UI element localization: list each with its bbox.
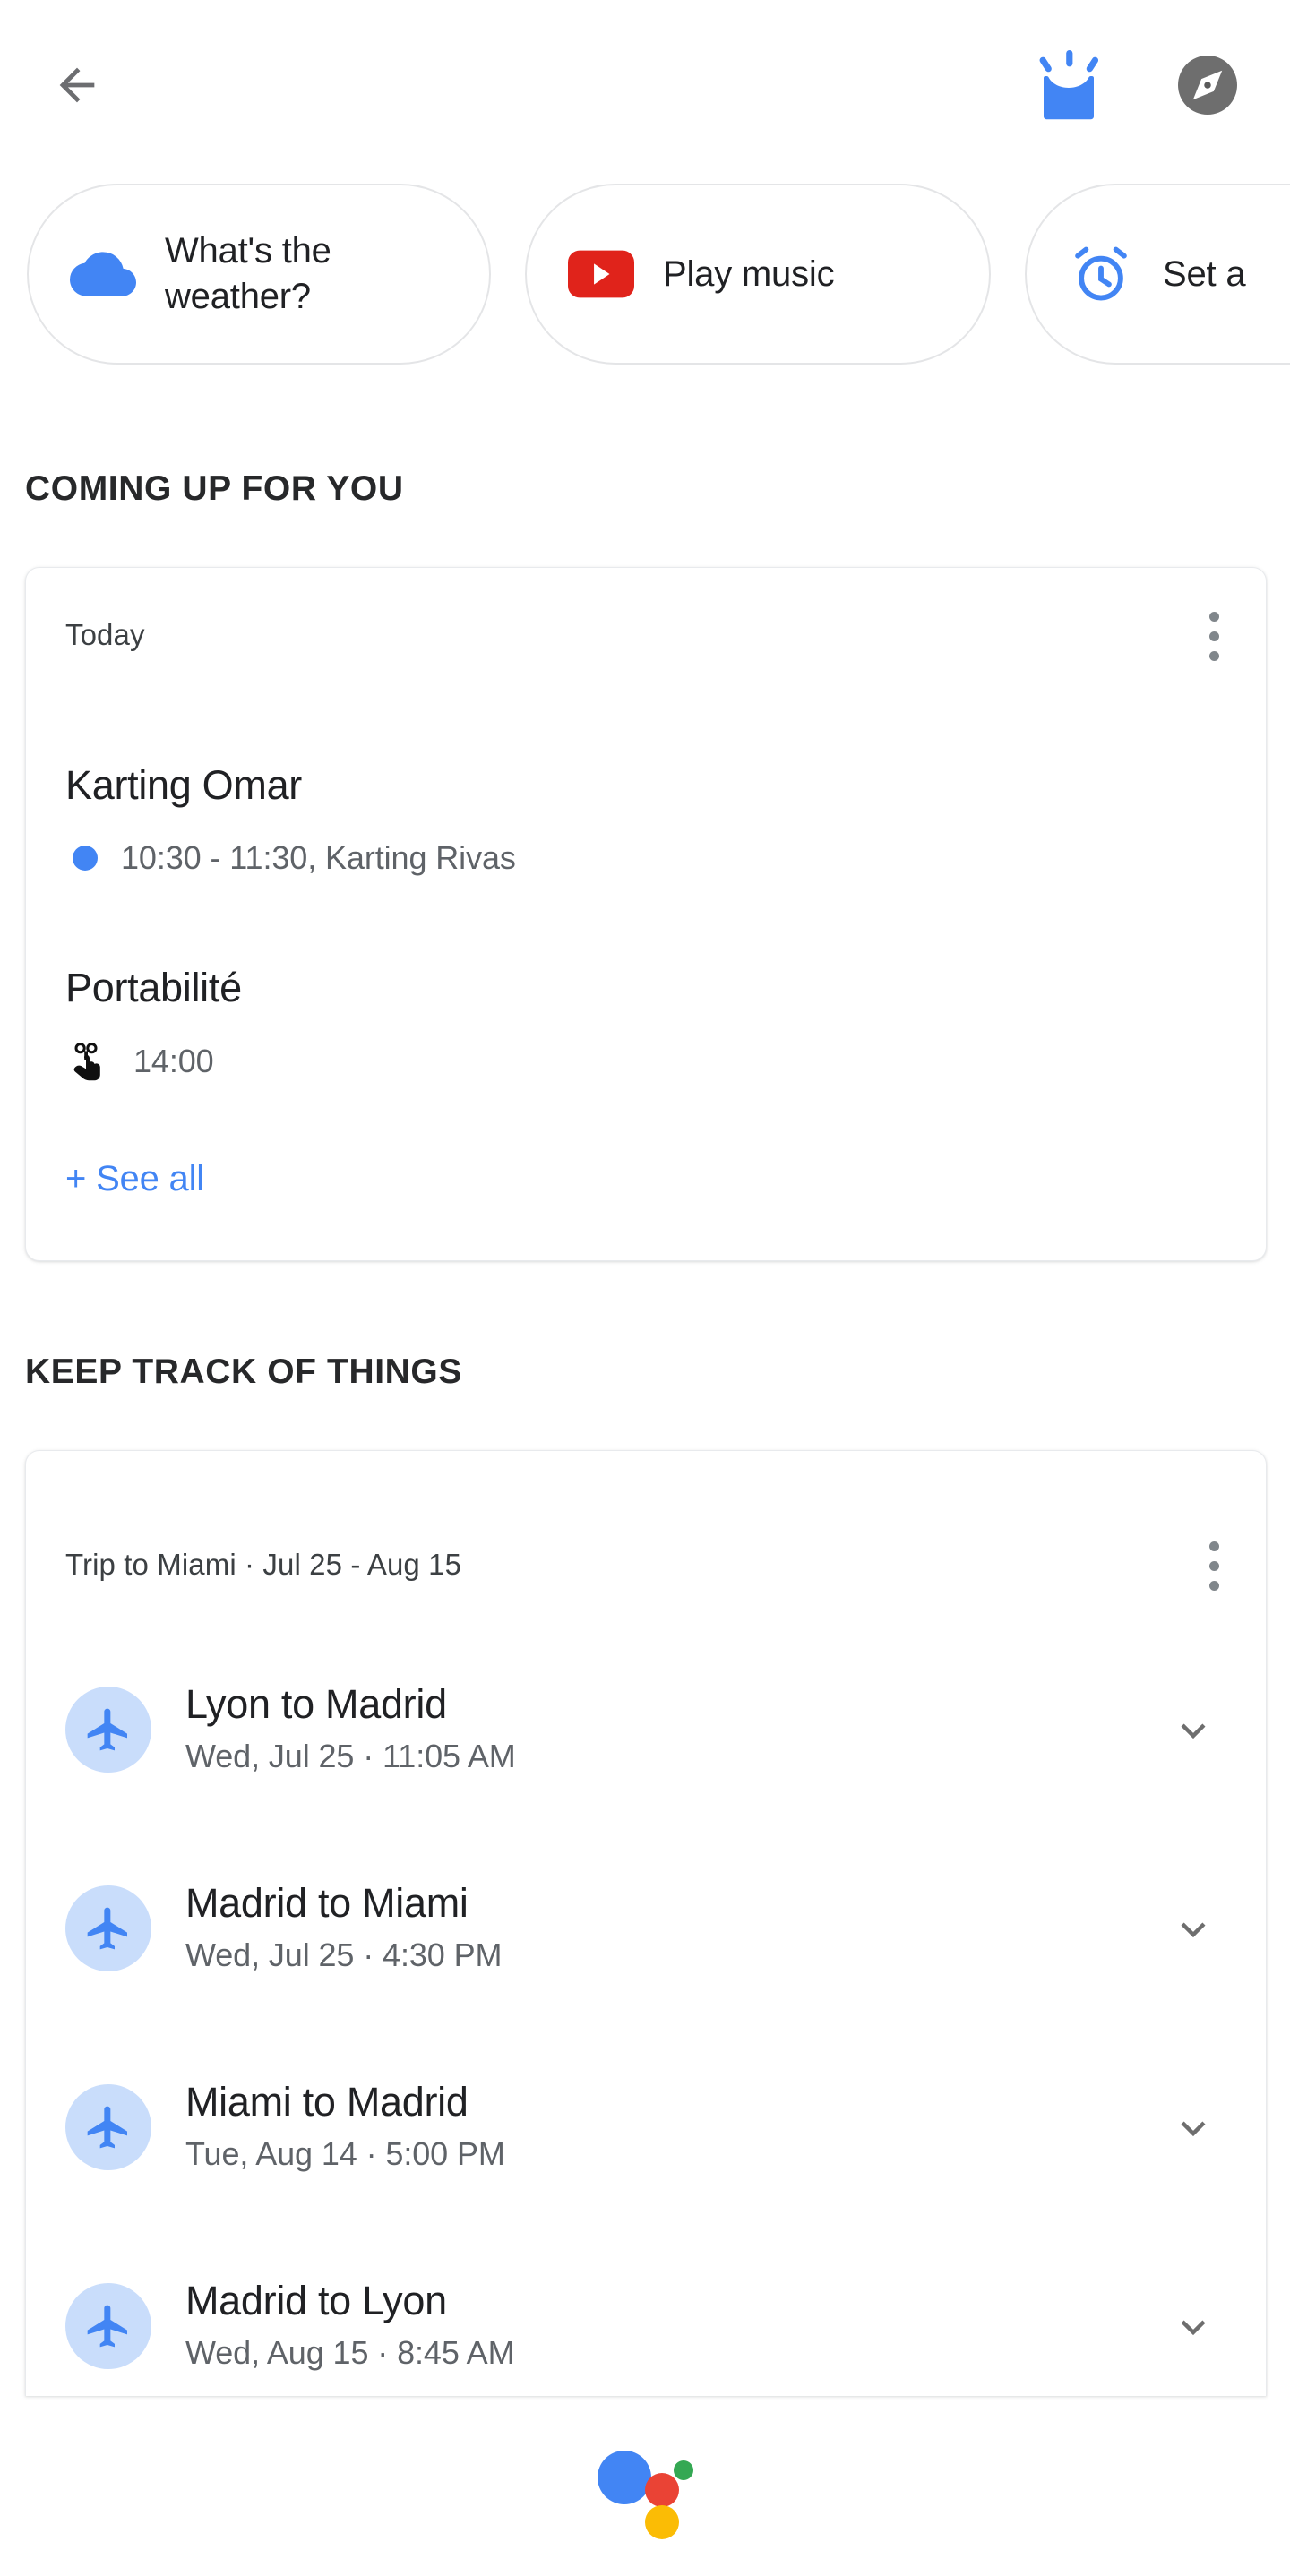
chip-weather[interactable]: What's the weather? <box>27 184 491 365</box>
flight-row[interactable]: Madrid to Lyon Wed, Aug 15 · 8:45 AM <box>26 2227 1268 2426</box>
chip-set-alarm[interactable]: Set a <box>1025 184 1290 365</box>
flight-title: Miami to Madrid <box>185 2079 469 2125</box>
trip-tracking-card: Trip to Miami · Jul 25 - Aug 15 Lyon to … <box>25 1450 1267 2396</box>
flight-title: Madrid to Miami <box>185 1880 469 1926</box>
today-label: Today <box>65 618 145 651</box>
section-header-keep-track: KEEP TRACK OF THINGS <box>25 1352 462 1391</box>
trip-summary-label: Trip to Miami · Jul 25 - Aug 15 <box>65 1548 462 1581</box>
flight-subtitle: Wed, Jul 25 · 4:30 PM <box>185 1936 503 1973</box>
flight-subtitle: Wed, Jul 25 · 11:05 AM <box>185 1738 516 1774</box>
chevron-down-icon <box>1181 2121 1206 2137</box>
event-detail-portabilite: 14:00 <box>65 1038 214 1085</box>
snapshot-button[interactable] <box>1019 42 1118 128</box>
suggestion-chip-row[interactable]: What's the weather? Play music Set a <box>0 184 1290 381</box>
top-app-bar <box>0 0 1290 170</box>
arrow-back-icon <box>59 67 95 103</box>
today-card-overflow-menu-button[interactable] <box>1182 597 1246 675</box>
flight-row[interactable]: Madrid to Miami Wed, Jul 25 · 4:30 PM <box>26 1829 1268 2028</box>
chevron-down-icon <box>1181 1922 1206 1938</box>
cloud-weather-icon <box>68 239 138 309</box>
explore-button[interactable] <box>1165 42 1251 128</box>
youtube-play-icon <box>566 239 636 309</box>
flight-title: Lyon to Madrid <box>185 1681 447 1727</box>
flight-expand-button[interactable] <box>1160 2293 1226 2359</box>
chevron-down-icon <box>1181 1723 1206 1739</box>
chip-play-music-label: Play music <box>663 253 835 294</box>
flight-text: Miami to Madrid Tue, Aug 14 · 5:00 PM <box>185 2078 1160 2177</box>
assistant-mic-button[interactable] <box>0 2397 1290 2576</box>
see-all-link[interactable]: + See all <box>65 1159 204 1199</box>
flight-subtitle: Tue, Aug 14 · 5:00 PM <box>185 2135 505 2172</box>
coming-up-card: Today Karting Omar 10:30 - 11:30, Kartin… <box>25 567 1267 1261</box>
flight-expand-button[interactable] <box>1160 2094 1226 2160</box>
chevron-down-icon <box>1181 2320 1206 2336</box>
alarm-clock-icon <box>1066 239 1136 309</box>
event-detail-portabilite-text: 14:00 <box>133 1043 214 1079</box>
event-title-portabilite: Portabilité <box>65 965 242 1010</box>
flight-title: Madrid to Lyon <box>185 2278 447 2323</box>
overflow-menu-icon <box>1208 611 1219 622</box>
overflow-menu-icon <box>1208 1541 1219 1551</box>
flight-expand-button[interactable] <box>1160 1696 1226 1763</box>
assistant-snapshot-screen: What's the weather? Play music Set a COM… <box>0 0 1290 2576</box>
section-header-coming-up: COMING UP FOR YOU <box>25 469 404 508</box>
flight-row[interactable]: Miami to Madrid Tue, Aug 14 · 5:00 PM <box>26 2028 1268 2227</box>
airplane-icon <box>65 2084 151 2170</box>
airplane-icon <box>65 1885 151 1971</box>
flight-subtitle: Wed, Aug 15 · 8:45 AM <box>185 2334 515 2371</box>
trip-card-overflow-menu-button[interactable] <box>1182 1526 1246 1605</box>
flight-row[interactable]: Lyon to Madrid Wed, Jul 25 · 11:05 AM <box>26 1630 1268 1829</box>
event-detail-karting-text: 10:30 - 11:30, Karting Rivas <box>121 839 516 876</box>
airplane-icon <box>65 1687 151 1773</box>
flight-expand-button[interactable] <box>1160 1895 1226 1962</box>
assistant-snapshot-icon <box>1039 50 1099 120</box>
flight-text: Lyon to Madrid Wed, Jul 25 · 11:05 AM <box>185 1680 1160 1779</box>
chip-weather-label: What's the weather? <box>165 231 331 316</box>
flight-text: Madrid to Miami Wed, Jul 25 · 4:30 PM <box>185 1879 1160 1978</box>
event-title-karting: Karting Omar <box>65 762 302 808</box>
explore-compass-icon <box>1178 56 1237 115</box>
flight-text: Madrid to Lyon Wed, Aug 15 · 8:45 AM <box>185 2277 1160 2375</box>
chip-set-alarm-label: Set a <box>1163 253 1246 294</box>
event-detail-karting: 10:30 - 11:30, Karting Rivas <box>73 839 516 877</box>
airplane-icon <box>65 2283 151 2369</box>
google-assistant-dots-icon <box>598 2451 693 2539</box>
reminder-finger-string-icon <box>65 1038 110 1085</box>
calendar-dot-icon <box>73 846 98 871</box>
chip-play-music[interactable]: Play music <box>525 184 991 365</box>
back-button[interactable] <box>34 42 120 128</box>
